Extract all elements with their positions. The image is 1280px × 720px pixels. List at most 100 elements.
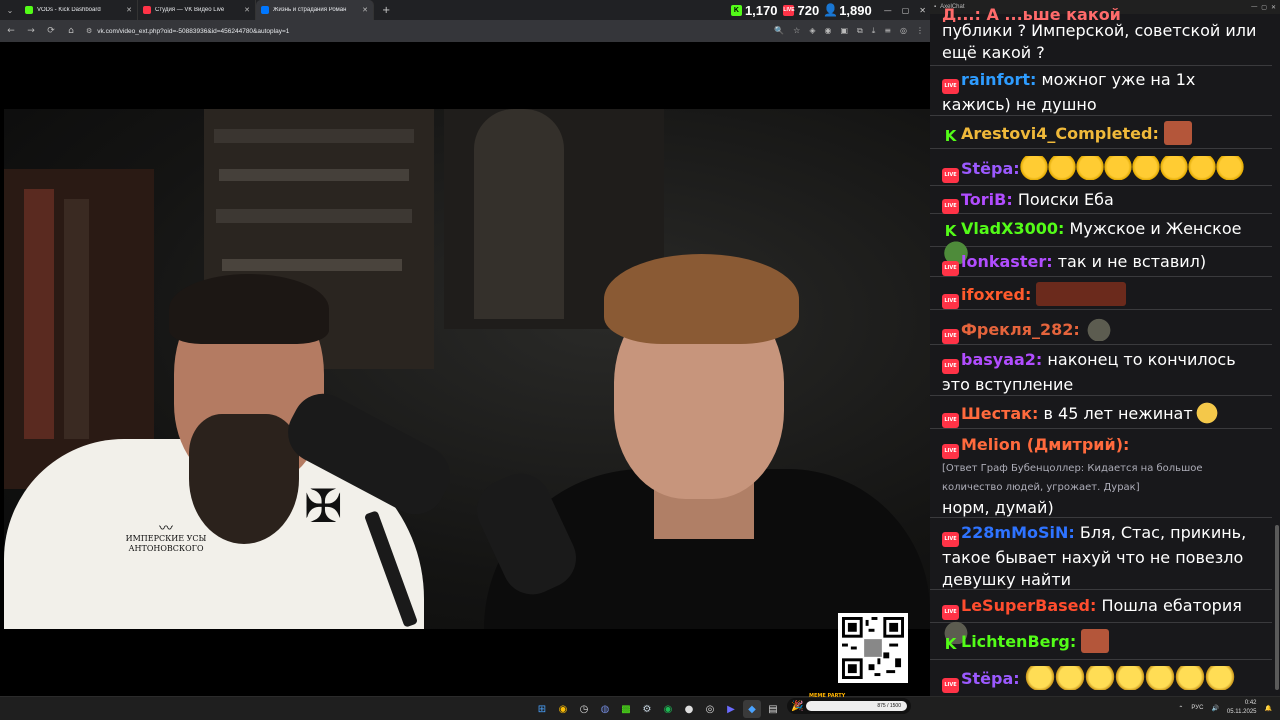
kick-icon: K	[944, 635, 957, 653]
github-icon[interactable]: ●	[680, 700, 698, 718]
book	[222, 259, 402, 271]
live-icon: LIVE	[783, 4, 795, 16]
chat-app-icon[interactable]: ◆	[743, 700, 761, 718]
forward-button[interactable]: →	[26, 26, 36, 36]
zoom-icon[interactable]: 🔍	[774, 26, 784, 36]
person-right-hair	[604, 254, 799, 344]
time: 0:42	[1244, 700, 1257, 706]
live-icon: LIVE	[942, 168, 959, 183]
close-icon[interactable]: ✕	[362, 6, 368, 14]
close-icon[interactable]: ✕	[244, 6, 250, 14]
extension-icon[interactable]: ▣	[840, 26, 848, 36]
username[interactable]: lonkaster:	[961, 252, 1053, 271]
extension-icon[interactable]: ◈	[809, 26, 815, 36]
extension-icon[interactable]: ◉	[825, 26, 832, 36]
chrome-icon[interactable]: ◉	[554, 700, 572, 718]
username[interactable]: LeSuperBased:	[961, 596, 1096, 615]
discord-icon[interactable]: ◍	[596, 700, 614, 718]
obs-icon[interactable]: ◎	[701, 700, 719, 718]
taskbar: ⊞ ◉ ◷ ◍ ▩ ⚙ ◉ ● ◎ ▶ ◆ ▤ ⌃ РУС 🔊 0:42 05.…	[0, 696, 1280, 720]
chat-message: LIVE Stёра:	[930, 661, 1272, 695]
shirt-logo-line2: АНТОНОВСКОГО	[128, 544, 204, 553]
vk-icon	[261, 6, 269, 14]
notification-icon[interactable]: 🔔	[1265, 705, 1272, 712]
tab-bar: ⌄ VODs - Kick Dashboard ✕ Студия — VK Ви…	[0, 0, 930, 20]
date: 05.11.2025	[1226, 709, 1257, 715]
message-text: норм, думай)	[942, 498, 1054, 517]
spotify-icon[interactable]: ◉	[659, 700, 677, 718]
username[interactable]: ToriB:	[961, 190, 1013, 209]
window-controls: — ▢ ✕	[884, 6, 926, 15]
volume-icon[interactable]: 🔊	[1211, 705, 1218, 712]
live-icon: LIVE	[942, 678, 959, 693]
username[interactable]: VladX3000:	[961, 219, 1064, 238]
back-button[interactable]: ←	[6, 26, 16, 36]
chevron-up-icon[interactable]: ⌃	[1178, 705, 1183, 712]
book	[64, 199, 89, 439]
username[interactable]: rainfort:	[961, 70, 1036, 89]
live-icon: LIVE	[942, 359, 959, 374]
clock[interactable]: 0:42 05.11.2025	[1227, 699, 1257, 717]
app-icon[interactable]: ▤	[764, 700, 782, 718]
live-icon: LIVE	[942, 329, 959, 344]
crying-laugh-emoji-icon	[1024, 666, 1055, 690]
username[interactable]: 228mMoSiN:	[961, 523, 1075, 542]
chat-message: LIVE 228mMoSiN: Бля, Стас, прикинь, такое…	[930, 519, 1272, 590]
username[interactable]: Arestovi4_Completed:	[961, 124, 1159, 143]
vk-live-icon	[143, 6, 151, 14]
username[interactable]: Stёра:	[961, 159, 1020, 178]
app-icon[interactable]: ▶	[722, 700, 740, 718]
tab-vk-video[interactable]: Жизнь и страдания Роман ✕	[256, 0, 374, 20]
laughing-emoji-icon	[1103, 156, 1132, 180]
tab-search-button[interactable]: ⌄	[0, 0, 20, 20]
bookmark-star-icon[interactable]: ☆	[793, 26, 800, 36]
tab-kick-dashboard[interactable]: VODs - Kick Dashboard ✕	[20, 0, 138, 20]
language-indicator[interactable]: РУС	[1191, 705, 1203, 711]
url-field[interactable]: ⚙ vk.com/video_ext.php?oid=-50883936&id=…	[86, 27, 764, 36]
site-info-icon[interactable]: ⚙	[86, 27, 92, 35]
username[interactable]: Melion (Дмитрий):	[961, 435, 1129, 454]
live-icon: LIVE	[942, 261, 959, 276]
emote-face-icon	[1081, 629, 1110, 653]
video-player[interactable]: ✠ 〰 ИМПЕРСКИЕ УСЫ АНТОНОВСКОГО	[4, 109, 930, 629]
maximize-button[interactable]: ▢	[902, 6, 910, 15]
meme-party-widget[interactable]: 🎉 MEME PARTY 875 / 1500	[787, 693, 911, 714]
nerd-emoji-icon	[1192, 401, 1221, 425]
new-tab-button[interactable]: +	[374, 5, 398, 16]
book	[219, 169, 409, 181]
chat-message: LIVE Stёра:	[930, 150, 1272, 186]
laughing-emoji-icon	[1187, 156, 1216, 180]
username[interactable]: Шестак:	[961, 404, 1038, 423]
chat-message: публики ? Имперской, советской или ещё к…	[930, 20, 1272, 66]
widget-progress-text: 875 / 1500	[877, 703, 901, 709]
live-icon: LIVE	[942, 532, 959, 547]
book	[214, 129, 414, 143]
username[interactable]: ifoxred:	[961, 285, 1031, 304]
kick-count-value: 1,170	[744, 2, 778, 18]
profile-icon[interactable]: ◎	[900, 26, 907, 36]
clock-app-icon[interactable]: ◷	[575, 700, 593, 718]
username[interactable]: LichtenBerg:	[961, 632, 1076, 651]
reload-button[interactable]: ⟳	[46, 26, 56, 36]
poster-figure	[474, 109, 564, 319]
tab-vk-studio[interactable]: Студия — VK Видео Live ✕	[138, 0, 256, 20]
browser-window: ⌄ VODs - Kick Dashboard ✕ Студия — VK Ви…	[0, 0, 930, 696]
username[interactable]: Stёра:	[961, 669, 1020, 688]
chat-message: LIVE Melion (Дмитрий): [Ответ Граф Бубенц…	[930, 430, 1272, 518]
puzzle-icon[interactable]: ⧉	[857, 26, 863, 36]
username[interactable]: Фрекля_282:	[961, 320, 1080, 339]
home-button[interactable]: ⌂	[66, 26, 76, 36]
minimize-button[interactable]: —	[884, 6, 892, 15]
start-icon[interactable]: ⊞	[533, 700, 551, 718]
close-icon[interactable]: ✕	[126, 6, 132, 14]
chat-message: LIVE Шестак: в 45 лет нежинат	[930, 397, 1272, 429]
menu-icon[interactable]: ⋮	[916, 26, 924, 36]
close-window-button[interactable]: ✕	[919, 6, 926, 15]
steam-icon[interactable]: ⚙	[638, 700, 656, 718]
kick-app-icon[interactable]: ▩	[617, 700, 635, 718]
download-icon[interactable]: ⤓	[872, 26, 876, 36]
chat-panel: ▪ AxelChat — ▢ ✕ Д...: А ...ьше какой пу…	[930, 0, 1280, 696]
username[interactable]: basyaa2:	[961, 350, 1042, 369]
tab-groups-icon[interactable]: ≡	[884, 26, 891, 36]
chat-scrollbar[interactable]	[1275, 525, 1279, 690]
